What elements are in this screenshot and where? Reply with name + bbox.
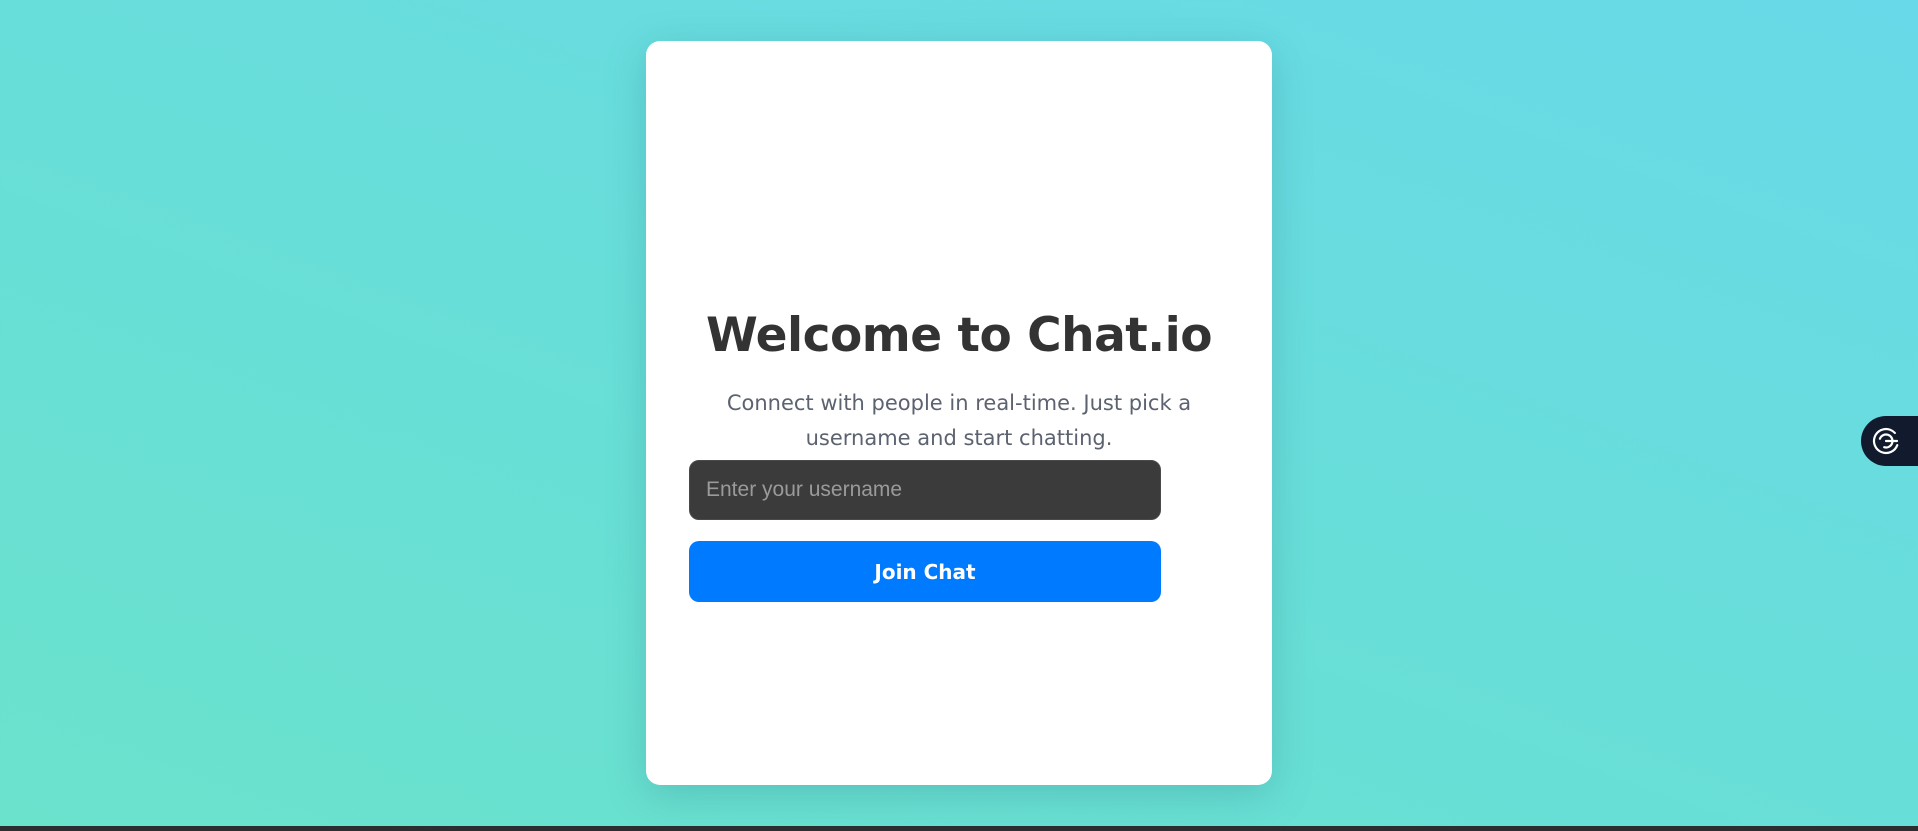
username-input[interactable] xyxy=(689,460,1161,520)
page-title: Welcome to Chat.io xyxy=(705,308,1213,363)
page-subtitle: Connect with people in real-time. Just p… xyxy=(726,391,1192,450)
side-widget-tab[interactable] xyxy=(1861,416,1918,466)
join-chat-button[interactable]: Join Chat xyxy=(689,541,1161,602)
login-card: Welcome to Chat.io Connect with people i… xyxy=(646,41,1272,785)
bottom-edge-bar xyxy=(0,826,1918,831)
